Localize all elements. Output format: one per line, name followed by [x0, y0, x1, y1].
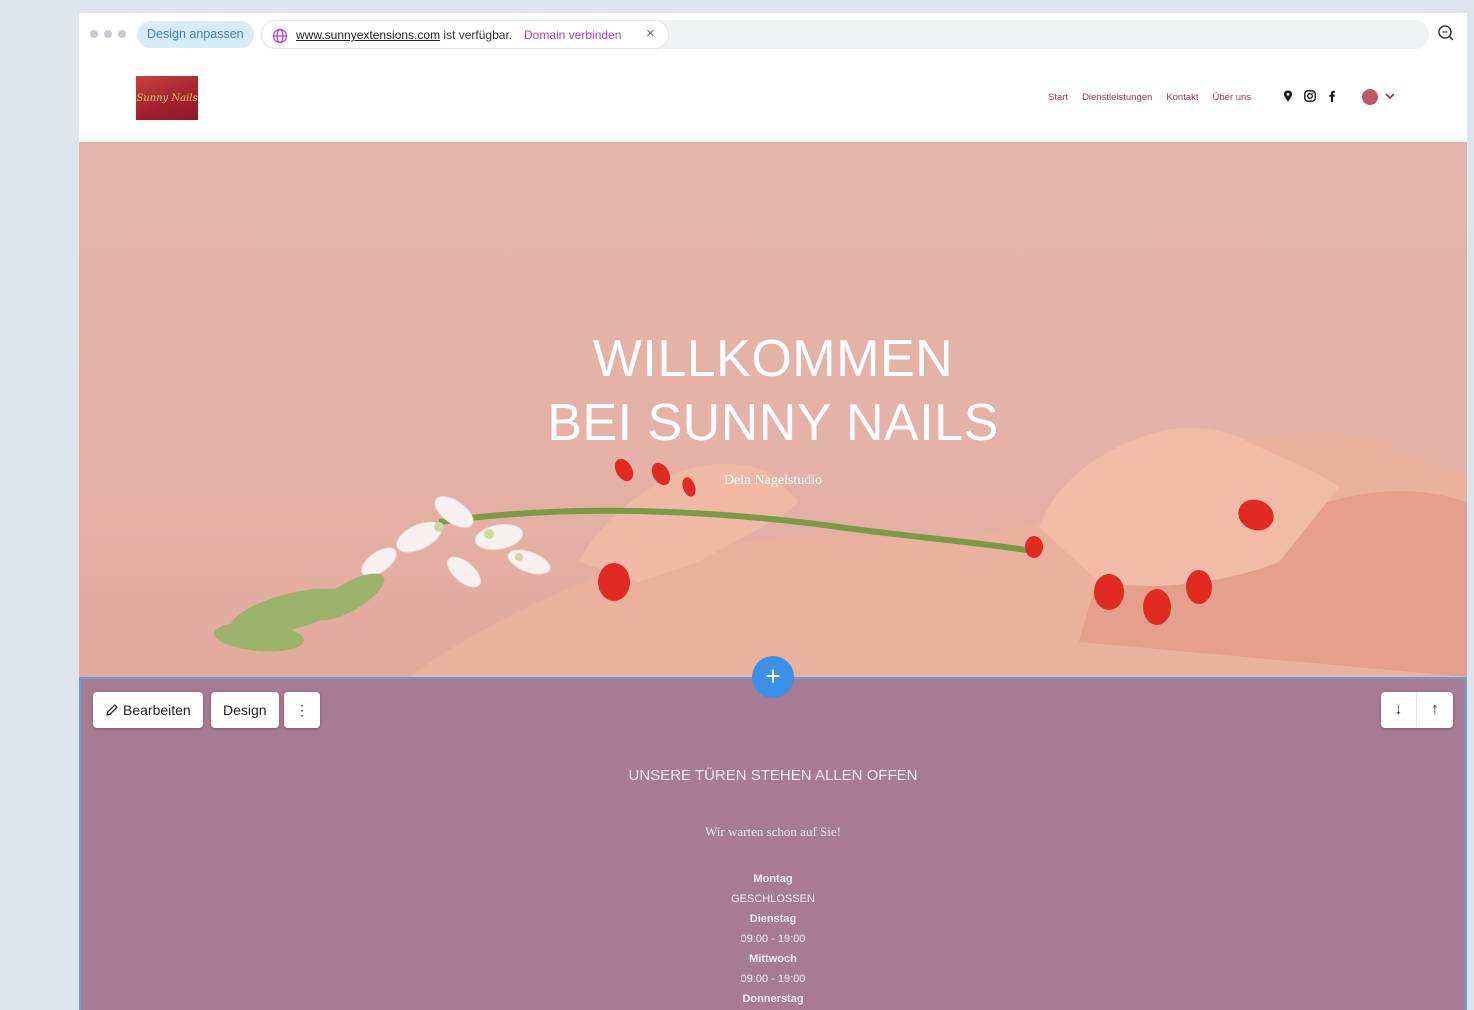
- facebook-icon[interactable]: [1326, 90, 1338, 102]
- design-customize-button[interactable]: Design anpassen: [137, 21, 254, 48]
- site-logo[interactable]: Sunny Nails: [136, 76, 198, 120]
- window-dots[interactable]: [90, 30, 126, 38]
- hero-title: WILLKOMMEN BEI SUNNY NAILS: [79, 327, 1467, 455]
- close-icon[interactable]: ×: [646, 25, 655, 42]
- hero-section[interactable]: WILLKOMMEN BEI SUNNY NAILS Dein Nagelstu…: [79, 142, 1467, 677]
- hours-day: Donnerstag: [742, 993, 804, 1005]
- hours-time: GESCHLOSSEN: [731, 893, 815, 905]
- nav-item-services[interactable]: Dienstleistungen: [1082, 92, 1152, 103]
- url-bar: www.sunnyextensions.com ist verfügbar. D…: [261, 20, 1429, 49]
- editor-frame: Design anpassen www.sunnyextensions.com …: [79, 13, 1467, 1010]
- hours-time: 09:00 - 19:00: [740, 933, 806, 945]
- nav-item-contact[interactable]: Kontakt: [1166, 92, 1198, 103]
- nav-item-start[interactable]: Start: [1048, 92, 1068, 103]
- pencil-icon: [106, 704, 118, 716]
- more-options-icon[interactable]: ⋮: [284, 692, 320, 728]
- globe-icon: [272, 28, 288, 44]
- hours-day: Mittwoch: [749, 953, 797, 965]
- design-button[interactable]: Design: [211, 692, 279, 728]
- domain-name[interactable]: www.sunnyextensions.com: [296, 28, 440, 42]
- hours-subtitle: Wir warten schon auf Sie!: [705, 824, 841, 839]
- editor-topbar: Design anpassen www.sunnyextensions.com …: [79, 13, 1467, 55]
- edit-button[interactable]: Bearbeiten: [93, 692, 203, 728]
- edit-button-label: Bearbeiten: [123, 702, 191, 718]
- domain-text: www.sunnyextensions.com ist verfügbar.: [296, 28, 512, 42]
- move-up-icon[interactable]: ↑: [1417, 692, 1453, 728]
- move-down-icon[interactable]: ↓: [1381, 692, 1417, 728]
- domain-notice: www.sunnyextensions.com ist verfügbar. D…: [261, 20, 669, 49]
- nav-item-about[interactable]: Über uns: [1213, 92, 1252, 103]
- hero-title-line2: BEI SUNNY NAILS: [547, 394, 999, 452]
- avatar[interactable]: [1362, 89, 1378, 105]
- location-pin-icon[interactable]: [1282, 90, 1294, 102]
- hero-title-line1: WILLKOMMEN: [592, 330, 954, 388]
- social-icons: [1282, 90, 1338, 102]
- instagram-icon[interactable]: [1304, 90, 1316, 102]
- opening-hours-section[interactable]: Bearbeiten Design ⋮ ↓ ↑ UNSERE TÜREN STE…: [79, 677, 1467, 1010]
- hours-list: Montag GESCHLOSSEN Dienstag 09:00 - 19:0…: [81, 869, 1465, 1009]
- hours-day: Dienstag: [749, 913, 797, 925]
- add-section-button[interactable]: +: [752, 656, 794, 698]
- hours-time: 09:00 - 19:00: [740, 973, 806, 985]
- connect-domain-link[interactable]: Domain verbinden: [524, 28, 621, 42]
- chevron-down-icon[interactable]: [1384, 90, 1396, 102]
- move-section-controls: ↓ ↑: [1381, 692, 1453, 728]
- site-nav: Start Dienstleistungen Kontakt Über uns: [1048, 92, 1251, 103]
- site-header: Sunny Nails Start Dienstleistungen Konta…: [79, 55, 1467, 142]
- hours-title: UNSERE TÜREN STEHEN ALLEN OFFEN: [628, 767, 918, 784]
- domain-available-text: ist verfügbar.: [440, 28, 513, 42]
- zoom-icon[interactable]: [1437, 24, 1455, 42]
- hours-day: Montag: [753, 873, 793, 885]
- hero-subtitle: Dein Nagelstudio: [723, 473, 823, 488]
